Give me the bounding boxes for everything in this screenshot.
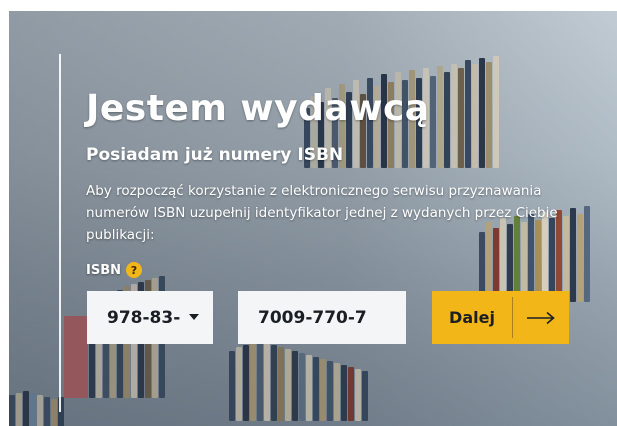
page-subtitle: Posiadam już numery ISBN xyxy=(86,145,344,165)
chevron-down-icon xyxy=(189,314,199,320)
isbn-label: ISBN ? xyxy=(86,262,142,278)
instruction-text: Aby rozpocząć korzystanie z elektroniczn… xyxy=(86,183,558,243)
page-title: Jestem wydawcą xyxy=(86,88,430,129)
isbn-label-text: ISBN xyxy=(86,262,121,278)
next-button-label: Dalej xyxy=(449,308,495,327)
decorative-vertical-line xyxy=(59,54,61,412)
arrow-right-icon xyxy=(513,291,569,344)
isbn-prefix-value: 978-83- xyxy=(107,307,181,328)
hero-frame: Jestem wydawcą Posiadam już numery ISBN … xyxy=(0,0,617,426)
question-icon[interactable]: ? xyxy=(126,262,142,278)
isbn-number-input[interactable] xyxy=(238,291,406,344)
next-button[interactable]: Dalej xyxy=(432,291,569,344)
isbn-prefix-select[interactable]: 978-83- xyxy=(87,291,213,344)
